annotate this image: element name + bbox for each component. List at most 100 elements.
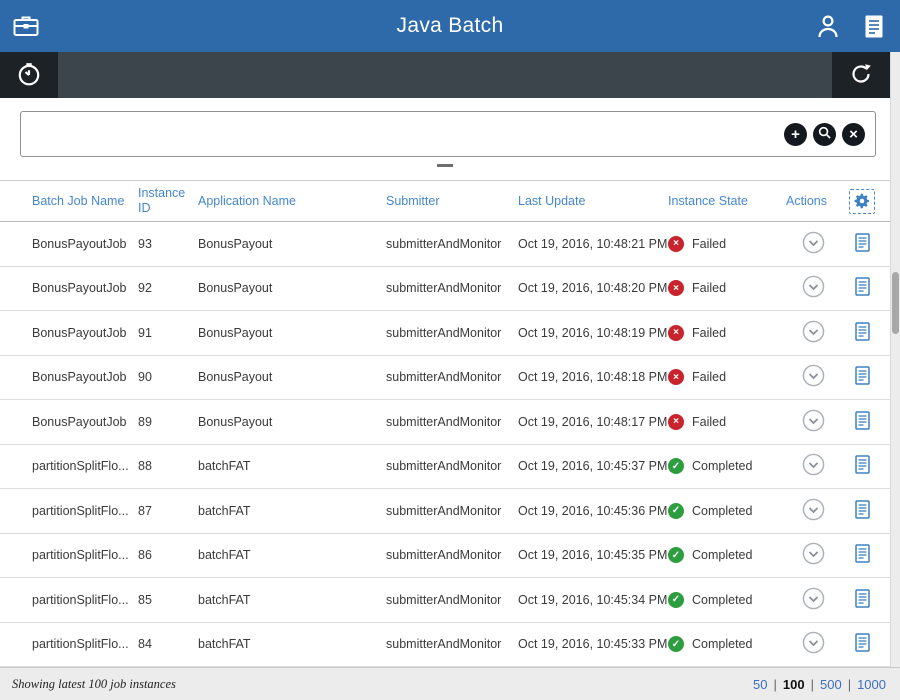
chevron-down-icon	[802, 498, 825, 524]
state-label: Failed	[692, 370, 726, 384]
clear-search-button[interactable]: ×	[842, 123, 865, 146]
cell-batch-job-name: partitionSplitFlo...	[32, 593, 138, 607]
footer-status: Showing latest 100 job instances	[0, 677, 176, 692]
view-job-log-button[interactable]	[855, 500, 870, 522]
row-actions-button[interactable]	[802, 498, 825, 524]
scrollbar-track[interactable]	[890, 52, 900, 667]
table-body: BonusPayoutJob 93 BonusPayout submitterA…	[0, 222, 890, 667]
cell-submitter: submitterAndMonitor	[386, 637, 518, 651]
table-row: BonusPayoutJob 89 BonusPayout submitterA…	[0, 400, 890, 445]
add-filter-button[interactable]: +	[784, 123, 807, 146]
job-log-icon	[855, 233, 870, 255]
cell-application-name: BonusPayout	[198, 370, 386, 384]
table-header: Batch Job Name Instance ID Application N…	[0, 180, 890, 222]
view-job-log-button[interactable]	[855, 322, 870, 344]
state-label: Completed	[692, 593, 752, 607]
table-row: BonusPayoutJob 92 BonusPayout submitterA…	[0, 267, 890, 312]
search-icon	[818, 124, 831, 145]
cell-last-update: Oct 19, 2016, 10:45:37 PM	[518, 459, 668, 473]
table-row: BonusPayoutJob 91 BonusPayout submitterA…	[0, 311, 890, 356]
cell-application-name: batchFAT	[198, 593, 386, 607]
cell-application-name: BonusPayout	[198, 281, 386, 295]
job-logs-button[interactable]	[864, 14, 884, 42]
view-job-log-button[interactable]	[855, 411, 870, 433]
cell-instance-id: 84	[138, 637, 198, 651]
state-icon: ✓	[668, 503, 684, 519]
toolbar	[0, 52, 890, 98]
cell-instance-state: × Failed	[668, 280, 786, 296]
column-header-instance-state[interactable]: Instance State	[668, 194, 786, 209]
page-size-500[interactable]: 500	[820, 677, 842, 692]
page-title: Java Batch	[0, 14, 900, 38]
refresh-icon	[849, 62, 873, 89]
state-icon: ×	[668, 369, 684, 385]
row-actions-button[interactable]	[802, 542, 825, 568]
pagination: 50 | 100 | 500 | 1000	[753, 677, 900, 692]
refresh-button[interactable]	[832, 52, 890, 98]
row-actions-button[interactable]	[802, 409, 825, 435]
table-row: BonusPayoutJob 90 BonusPayout submitterA…	[0, 356, 890, 401]
row-actions-button[interactable]	[802, 275, 825, 301]
column-header-actions: Actions	[786, 194, 841, 209]
view-job-log-button[interactable]	[855, 277, 870, 299]
job-log-icon	[855, 500, 870, 522]
table-row: partitionSplitFlo... 86 batchFAT submitt…	[0, 534, 890, 579]
cell-batch-job-name: BonusPayoutJob	[32, 415, 138, 429]
column-header-submitter[interactable]: Submitter	[386, 194, 518, 209]
toolbox-button[interactable]	[13, 14, 39, 40]
search-button[interactable]	[813, 123, 836, 146]
cell-instance-state: ✓ Completed	[668, 458, 786, 474]
collapse-handle[interactable]	[437, 164, 453, 167]
row-actions-button[interactable]	[802, 631, 825, 657]
row-actions-button[interactable]	[802, 587, 825, 613]
view-job-log-button[interactable]	[855, 455, 870, 477]
page-size-50[interactable]: 50	[753, 677, 767, 692]
pagination-separator: |	[811, 677, 814, 692]
cell-instance-state: ✓ Completed	[668, 547, 786, 563]
cell-application-name: BonusPayout	[198, 326, 386, 340]
cell-batch-job-name: partitionSplitFlo...	[32, 459, 138, 473]
view-job-log-button[interactable]	[855, 544, 870, 566]
view-job-log-button[interactable]	[855, 366, 870, 388]
view-job-log-button[interactable]	[855, 589, 870, 611]
state-label: Failed	[692, 415, 726, 429]
dashboard-button[interactable]	[0, 52, 58, 98]
cell-instance-state: ✓ Completed	[668, 503, 786, 519]
row-actions-button[interactable]	[802, 231, 825, 257]
cell-submitter: submitterAndMonitor	[386, 281, 518, 295]
row-actions-button[interactable]	[802, 364, 825, 390]
page-size-100[interactable]: 100	[783, 677, 805, 692]
chevron-down-icon	[802, 231, 825, 257]
cell-last-update: Oct 19, 2016, 10:48:18 PM	[518, 370, 668, 384]
cell-batch-job-name: BonusPayoutJob	[32, 370, 138, 384]
search-band: + ×	[0, 98, 890, 180]
view-job-log-button[interactable]	[855, 633, 870, 655]
job-log-icon	[855, 322, 870, 344]
column-header-application-name[interactable]: Application Name	[198, 194, 386, 209]
state-icon: ✓	[668, 592, 684, 608]
scrollbar-thumb[interactable]	[892, 272, 899, 334]
cell-application-name: batchFAT	[198, 548, 386, 562]
column-header-instance-id[interactable]: Instance ID	[138, 186, 198, 216]
column-header-batch-job-name[interactable]: Batch Job Name	[32, 194, 138, 209]
cell-instance-state: ✓ Completed	[668, 636, 786, 652]
toolbox-icon	[13, 14, 39, 40]
search-input[interactable]	[21, 112, 784, 156]
table-settings-button[interactable]	[849, 189, 875, 214]
cell-last-update: Oct 19, 2016, 10:45:34 PM	[518, 593, 668, 607]
row-actions-button[interactable]	[802, 453, 825, 479]
state-label: Failed	[692, 281, 726, 295]
column-header-last-update[interactable]: Last Update	[518, 194, 668, 209]
job-logs-icon	[864, 14, 884, 42]
state-icon: ×	[668, 280, 684, 296]
row-actions-button[interactable]	[802, 320, 825, 346]
user-button[interactable]	[816, 13, 840, 42]
view-job-log-button[interactable]	[855, 233, 870, 255]
state-label: Completed	[692, 459, 752, 473]
cell-application-name: batchFAT	[198, 637, 386, 651]
cell-instance-state: × Failed	[668, 414, 786, 430]
job-log-icon	[855, 277, 870, 299]
cell-last-update: Oct 19, 2016, 10:48:17 PM	[518, 415, 668, 429]
search-box: + ×	[20, 111, 876, 157]
page-size-1000[interactable]: 1000	[857, 677, 886, 692]
